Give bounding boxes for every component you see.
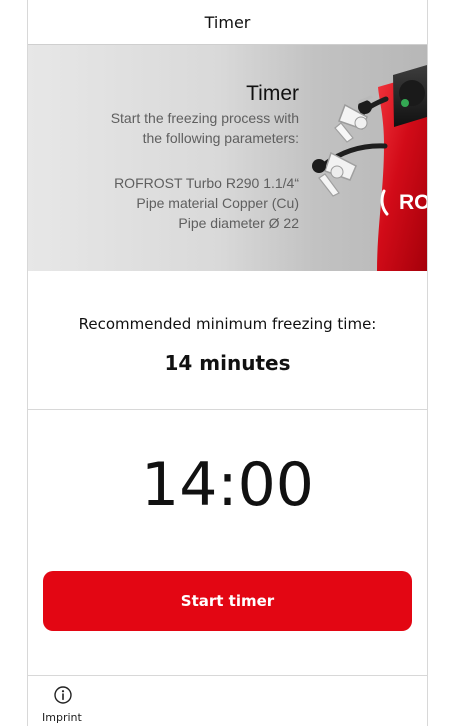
- app-frame: Timer Timer Start the freezing process w…: [27, 0, 428, 726]
- rofrost-device-illustration: RO: [312, 65, 427, 271]
- upper-clamp: [334, 95, 373, 143]
- recommendation-section: Recommended minimum freezing time: 14 mi…: [28, 271, 427, 410]
- banner-line-1: Start the freezing process with: [110, 110, 299, 126]
- nav-header: Timer: [28, 0, 427, 45]
- banner-spacer: [39, 148, 299, 173]
- banner-text-block: Timer Start the freezing process with th…: [39, 82, 299, 233]
- lower-clamp: [312, 151, 357, 197]
- imprint-label: Imprint: [42, 711, 82, 724]
- page-title: Timer: [204, 12, 251, 32]
- timer-banner: Timer Start the freezing process with th…: [28, 45, 427, 271]
- footer-bar: Imprint: [28, 675, 427, 726]
- banner-detail-model: ROFROST Turbo R290 1.1/4“: [114, 175, 299, 191]
- start-timer-button[interactable]: Start timer: [43, 571, 412, 631]
- recommended-time-value: 14 minutes: [164, 351, 291, 375]
- banner-detail-diameter: Pipe diameter Ø 22: [178, 215, 299, 231]
- recommended-time-label: Recommended minimum freezing time:: [78, 315, 377, 333]
- banner-line-2: the following parameters:: [142, 130, 299, 146]
- timer-display: 14:00: [141, 450, 314, 520]
- banner-title: Timer: [246, 82, 299, 105]
- device-indicator: [401, 99, 409, 107]
- info-circle-icon: [54, 686, 72, 704]
- banner-detail-material: Pipe material Copper (Cu): [136, 195, 299, 211]
- device-logo-text: RO: [399, 191, 427, 214]
- imprint-link[interactable]: Imprint: [42, 685, 112, 725]
